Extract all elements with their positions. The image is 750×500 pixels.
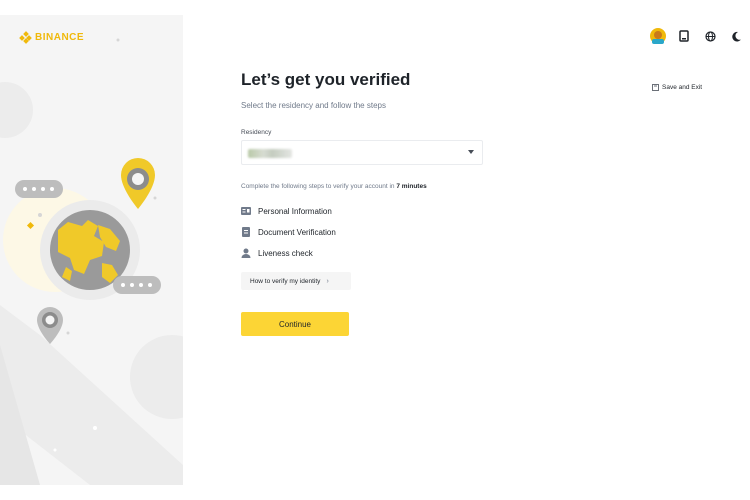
how-to-verify-label: How to verify my identity xyxy=(250,277,321,285)
avatar[interactable] xyxy=(650,28,666,44)
step-label: Liveness check xyxy=(258,248,313,258)
binance-logo[interactable]: BINANCE xyxy=(19,31,85,44)
step-label: Document Verification xyxy=(258,227,336,237)
download-app-icon[interactable] xyxy=(676,28,692,44)
save-and-exit-label: Save and Exit xyxy=(662,84,703,91)
step-personal-information: Personal Information xyxy=(241,206,332,216)
step-label: Personal Information xyxy=(258,206,332,216)
save-and-exit-link[interactable]: Save and Exit xyxy=(652,84,702,91)
left-illustration-panel: BINANCE xyxy=(0,15,183,485)
dark-mode-icon[interactable] xyxy=(728,28,744,44)
binance-logo-text: BINANCE xyxy=(35,32,85,43)
step-document-verification: Document Verification xyxy=(241,227,336,237)
verification-illustration xyxy=(0,38,183,485)
page-title: Let’s get you verified xyxy=(241,70,411,89)
person-icon xyxy=(241,248,251,258)
save-icon xyxy=(652,84,659,91)
continue-button[interactable]: Continue xyxy=(241,312,349,336)
header-toolbar xyxy=(650,28,744,44)
how-to-verify-button[interactable]: How to verify my identity › xyxy=(241,272,351,290)
chevron-right-icon: › xyxy=(326,277,329,285)
chevron-down-icon xyxy=(468,150,474,154)
steps-intro: Complete the following steps to verify y… xyxy=(241,183,427,190)
id-card-icon xyxy=(241,206,251,216)
binance-logo-icon xyxy=(19,31,32,44)
document-icon xyxy=(241,227,251,237)
page-subtitle: Select the residency and follow the step… xyxy=(241,101,386,110)
steps-intro-text: Complete the following steps to verify y… xyxy=(241,183,397,190)
residency-value-redacted xyxy=(248,149,292,158)
steps-intro-time: 7 minutes xyxy=(396,183,427,190)
step-liveness-check: Liveness check xyxy=(241,248,313,258)
residency-select[interactable] xyxy=(241,140,483,165)
language-globe-icon[interactable] xyxy=(702,28,718,44)
residency-label: Residency xyxy=(241,129,272,136)
